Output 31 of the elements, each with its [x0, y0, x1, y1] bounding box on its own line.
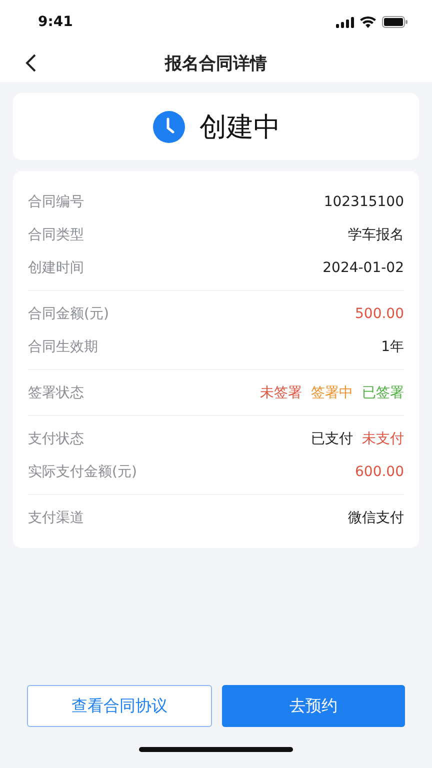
field-value: 2024-01-02 — [322, 260, 404, 276]
field-value: 签署中 — [311, 384, 353, 402]
field-label: 支付渠道 — [28, 508, 84, 526]
field-value: 102315100 — [324, 194, 404, 210]
field-label: 签署状态 — [28, 384, 84, 402]
field-label: 合同编号 — [28, 192, 84, 210]
view-contract-button[interactable]: 查看合同协议 — [27, 685, 212, 727]
battery-icon — [382, 16, 408, 28]
field-label: 合同生效期 — [28, 338, 98, 356]
field-value: 500.00 — [355, 306, 404, 322]
field-label: 创建时间 — [28, 258, 84, 276]
back-icon[interactable] — [25, 53, 37, 73]
field-value: 1年 — [381, 338, 404, 356]
clock-icon — [152, 110, 186, 144]
signal-icon — [336, 16, 354, 28]
field-value: 学车报名 — [348, 226, 404, 244]
field-label: 合同类型 — [28, 226, 84, 244]
status-time: 9:41 — [38, 14, 73, 30]
wifi-icon — [360, 16, 376, 28]
status-label: 创建中 — [200, 110, 280, 144]
field-label: 实际支付金额(元) — [28, 462, 137, 480]
field-value: 已支付 — [311, 430, 353, 448]
field-value: 微信支付 — [348, 508, 404, 526]
field-value: 600.00 — [355, 464, 404, 480]
field-value: 已签署 — [362, 384, 404, 402]
field-value: 未签署 — [260, 384, 302, 402]
page-title: 报名合同详情 — [165, 52, 267, 74]
book-button[interactable]: 去预约 — [222, 685, 405, 727]
field-label: 支付状态 — [28, 430, 84, 448]
field-value: 未支付 — [362, 430, 404, 448]
field-label: 合同金额(元) — [28, 304, 109, 322]
